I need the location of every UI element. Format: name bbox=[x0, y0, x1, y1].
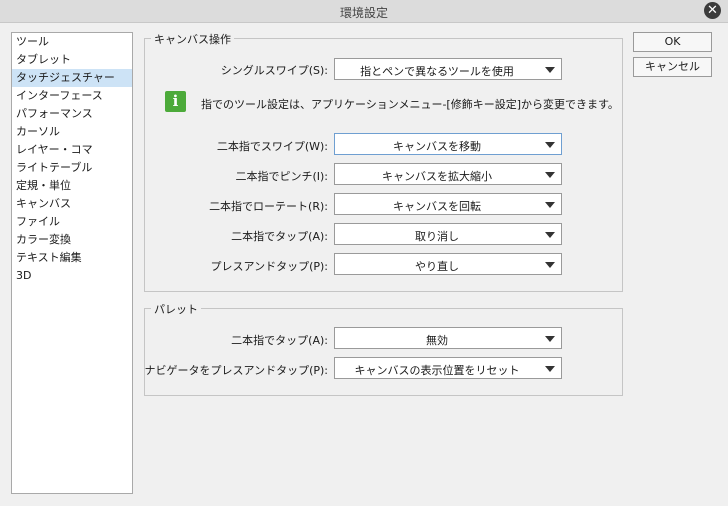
cancel-button[interactable]: キャンセル bbox=[633, 57, 712, 77]
category-item-performance[interactable]: パフォーマンス bbox=[12, 105, 132, 123]
palette-two-finger-tap-label: 二本指でタップ(A): bbox=[231, 334, 328, 347]
two-finger-pinch-label: 二本指でピンチ(I): bbox=[235, 170, 328, 183]
palette-two-finger-tap-value: 無効 bbox=[426, 334, 448, 347]
chevron-down-icon bbox=[545, 142, 555, 148]
chevron-down-icon bbox=[545, 366, 555, 372]
chevron-down-icon bbox=[545, 67, 555, 73]
chevron-down-icon bbox=[545, 202, 555, 208]
category-item-text-edit[interactable]: テキスト編集 bbox=[12, 249, 132, 267]
category-item-3d[interactable]: 3D bbox=[12, 267, 132, 285]
chevron-down-icon bbox=[545, 172, 555, 178]
two-finger-tap-label: 二本指でタップ(A): bbox=[231, 230, 328, 243]
category-item-cursor[interactable]: カーソル bbox=[12, 123, 132, 141]
navigator-press-and-tap-label: ナビゲータをプレスアンドタップ(P): bbox=[144, 364, 328, 377]
two-finger-rotate-select[interactable]: キャンバスを回転 bbox=[334, 193, 562, 215]
press-and-tap-label: プレスアンドタップ(P): bbox=[210, 260, 328, 273]
press-and-tap-value: やり直し bbox=[415, 260, 459, 273]
two-finger-tap-select[interactable]: 取り消し bbox=[334, 223, 562, 245]
category-item-file[interactable]: ファイル bbox=[12, 213, 132, 231]
two-finger-swipe-select[interactable]: キャンバスを移動 bbox=[334, 133, 562, 155]
category-item-light-table[interactable]: ライトテーブル bbox=[12, 159, 132, 177]
category-item-canvas[interactable]: キャンバス bbox=[12, 195, 132, 213]
two-finger-tap-value: 取り消し bbox=[415, 230, 459, 243]
category-list: ツール タブレット タッチジェスチャー インターフェース パフォーマンス カーソ… bbox=[11, 32, 133, 494]
preferences-window: 環境設定 ✕ ツール タブレット タッチジェスチャー インターフェース パフォー… bbox=[0, 0, 728, 506]
chevron-down-icon bbox=[545, 262, 555, 268]
single-swipe-select[interactable]: 指とペンで異なるツールを使用 bbox=[334, 58, 562, 80]
palette-legend: パレット bbox=[151, 301, 201, 317]
two-finger-swipe-label: 二本指でスワイプ(W): bbox=[216, 140, 328, 153]
chevron-down-icon bbox=[545, 232, 555, 238]
navigator-press-and-tap-value: キャンバスの表示位置をリセット bbox=[354, 364, 520, 377]
chevron-down-icon bbox=[545, 336, 555, 342]
press-and-tap-select[interactable]: やり直し bbox=[334, 253, 562, 275]
navigator-press-and-tap-select[interactable]: キャンバスの表示位置をリセット bbox=[334, 357, 562, 379]
two-finger-pinch-value: キャンバスを拡大縮小 bbox=[382, 170, 492, 183]
category-item-touch-gesture[interactable]: タッチジェスチャー bbox=[12, 69, 132, 87]
window-title: 環境設定 bbox=[339, 6, 388, 20]
palette-two-finger-tap-select[interactable]: 無効 bbox=[334, 327, 562, 349]
info-icon: i bbox=[165, 91, 186, 112]
two-finger-rotate-label: 二本指でローテート(R): bbox=[209, 200, 328, 213]
two-finger-rotate-value: キャンバスを回転 bbox=[393, 200, 481, 213]
title-bar: 環境設定 ✕ bbox=[0, 0, 728, 23]
category-item-tablet[interactable]: タブレット bbox=[12, 51, 132, 69]
category-item-interface[interactable]: インターフェース bbox=[12, 87, 132, 105]
ok-button[interactable]: OK bbox=[633, 32, 712, 52]
category-item-ruler-unit[interactable]: 定規・単位 bbox=[12, 177, 132, 195]
canvas-operation-legend: キャンバス操作 bbox=[151, 31, 234, 47]
single-swipe-value: 指とペンで異なるツールを使用 bbox=[360, 65, 514, 78]
palette-group: パレット bbox=[144, 301, 623, 396]
single-swipe-label: シングルスワイプ(S): bbox=[220, 64, 328, 77]
close-icon[interactable]: ✕ bbox=[704, 2, 721, 19]
two-finger-pinch-select[interactable]: キャンバスを拡大縮小 bbox=[334, 163, 562, 185]
two-finger-swipe-value: キャンバスを移動 bbox=[393, 140, 481, 153]
category-item-tool[interactable]: ツール bbox=[12, 33, 132, 51]
category-item-color-conversion[interactable]: カラー変換 bbox=[12, 231, 132, 249]
info-message: 指でのツール設定は、アプリケーションメニュー-[修飾キー設定]から変更できます。 bbox=[201, 98, 619, 111]
category-item-layer-frame[interactable]: レイヤー・コマ bbox=[12, 141, 132, 159]
